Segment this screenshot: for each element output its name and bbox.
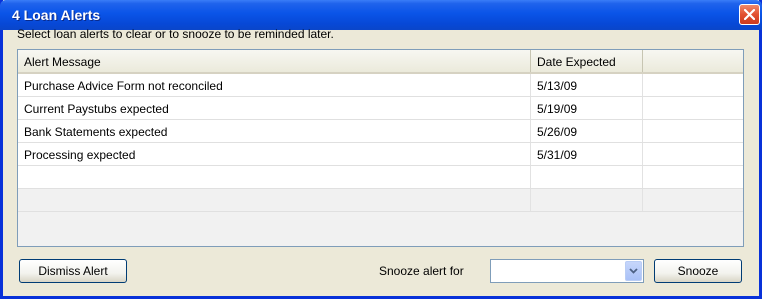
empty-table-row <box>18 189 743 212</box>
alerts-table: Alert Message Date Expected Purchase Adv… <box>17 49 744 247</box>
empty-cell <box>531 189 643 211</box>
date-expected-cell: 5/19/09 <box>531 97 643 119</box>
close-button[interactable] <box>739 4 760 25</box>
date-expected-cell: 5/26/09 <box>531 120 643 142</box>
dropdown-button[interactable] <box>625 261 642 281</box>
snooze-alert-for-label: Snooze alert for <box>379 264 464 278</box>
alert-message-cell: Purchase Advice Form not reconciled <box>18 74 531 96</box>
alert-message-cell: Processing expected <box>18 143 531 165</box>
table-row[interactable]: Purchase Advice Form not reconciled 5/13… <box>18 74 743 97</box>
table-header: Alert Message Date Expected <box>18 50 743 74</box>
column-header-alert-message[interactable]: Alert Message <box>18 50 531 72</box>
empty-cell <box>18 166 531 188</box>
alert-message-cell: Bank Statements expected <box>18 120 531 142</box>
date-expected-cell: 5/31/09 <box>531 143 643 165</box>
close-icon <box>744 9 755 20</box>
date-expected-cell: 5/13/09 <box>531 74 643 96</box>
table-row[interactable]: Processing expected 5/31/09 <box>18 143 743 166</box>
empty-cell <box>643 166 743 188</box>
empty-cell <box>18 189 531 211</box>
title-bar[interactable]: 4 Loan Alerts <box>0 0 762 30</box>
loan-alerts-dialog: 4 Loan Alerts Select loan alerts to clea… <box>0 0 762 299</box>
table-row[interactable]: Current Paystubs expected 5/19/09 <box>18 97 743 120</box>
window-title: 4 Loan Alerts <box>12 7 101 23</box>
empty-cell <box>643 143 743 165</box>
column-header-blank <box>643 50 743 72</box>
empty-cell <box>531 166 643 188</box>
table-row[interactable]: Bank Statements expected 5/26/09 <box>18 120 743 143</box>
empty-cell <box>643 120 743 142</box>
instruction-text: Select loan alerts to clear or to snooze… <box>17 27 334 41</box>
column-header-date-expected[interactable]: Date Expected <box>531 50 643 72</box>
snooze-duration-select[interactable] <box>490 259 644 283</box>
snooze-button[interactable]: Snooze <box>654 259 742 283</box>
dismiss-alert-button[interactable]: Dismiss Alert <box>19 259 127 283</box>
empty-cell <box>643 189 743 211</box>
empty-cell <box>643 74 743 96</box>
empty-table-row <box>18 166 743 189</box>
alert-message-cell: Current Paystubs expected <box>18 97 531 119</box>
empty-cell <box>643 97 743 119</box>
chevron-down-icon <box>629 268 638 274</box>
